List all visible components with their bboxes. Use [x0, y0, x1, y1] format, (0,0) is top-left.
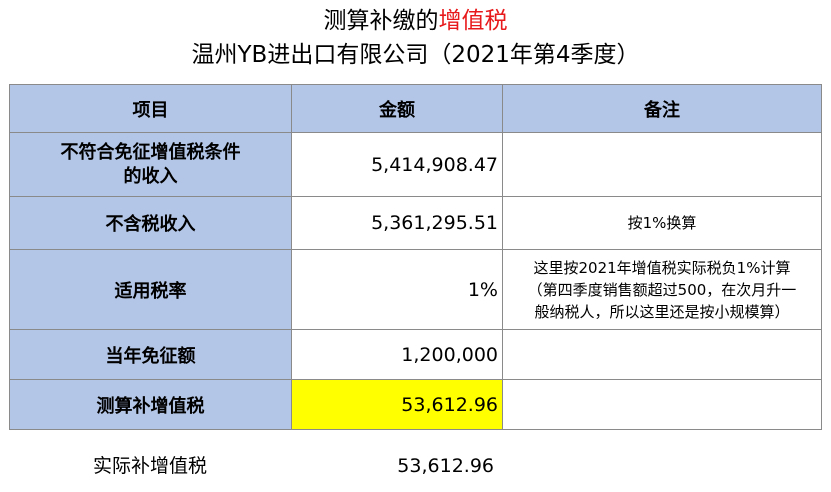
row-label: 适用税率 — [9, 249, 292, 330]
row-amount-highlight: 53,612.96 — [291, 379, 503, 430]
table-row: 当年免征额 1,200,000 — [9, 329, 822, 380]
table-header-row: 项目 金额 备注 — [9, 84, 822, 133]
row-amount: 1% — [291, 249, 503, 330]
page-subtitle: 温州YB进出口有限公司（2021年第4季度） — [191, 42, 640, 68]
header-item: 项目 — [9, 84, 292, 133]
row-note — [502, 379, 822, 430]
row-label: 不符合免征增值税条件的收入 — [9, 132, 292, 197]
row-amount: 5,361,295.51 — [291, 196, 503, 250]
row-note — [502, 132, 822, 197]
header-amount: 金额 — [291, 84, 503, 133]
row-note: 这里按2021年增值税实际税负1%计算（第四季度销售额超过500，在次月升一般纳… — [502, 249, 822, 330]
table-row: 不符合免征增值税条件的收入 5,414,908.47 — [9, 132, 822, 197]
row-note: 按1%换算 — [502, 196, 822, 250]
row-label: 当年免征额 — [9, 329, 292, 380]
table-row: 测算补增值税 53,612.96 — [9, 379, 822, 430]
row-label: 不含税收入 — [9, 196, 292, 250]
title-prefix: 测算补缴的 — [323, 8, 439, 34]
tax-table: 项目 金额 备注 不符合免征增值税条件的收入 5,414,908.47 不含税收… — [9, 84, 822, 430]
row-amount: 1,200,000 — [291, 329, 503, 380]
header-note: 备注 — [502, 84, 822, 133]
page-title: 测算补缴的增值税 — [0, 6, 831, 36]
title-highlight: 增值税 — [438, 8, 508, 34]
table-row: 适用税率 1% 这里按2021年增值税实际税负1%计算（第四季度销售额超过500… — [9, 249, 822, 330]
row-label: 测算补增值税 — [9, 379, 292, 430]
table-row: 不含税收入 5,361,295.51 按1%换算 — [9, 196, 822, 250]
row-note — [502, 329, 822, 380]
row-amount: 5,414,908.47 — [291, 132, 503, 197]
footer-label: 实际补增值税 — [92, 455, 207, 477]
footer-amount: 53,612.96 — [397, 455, 494, 477]
